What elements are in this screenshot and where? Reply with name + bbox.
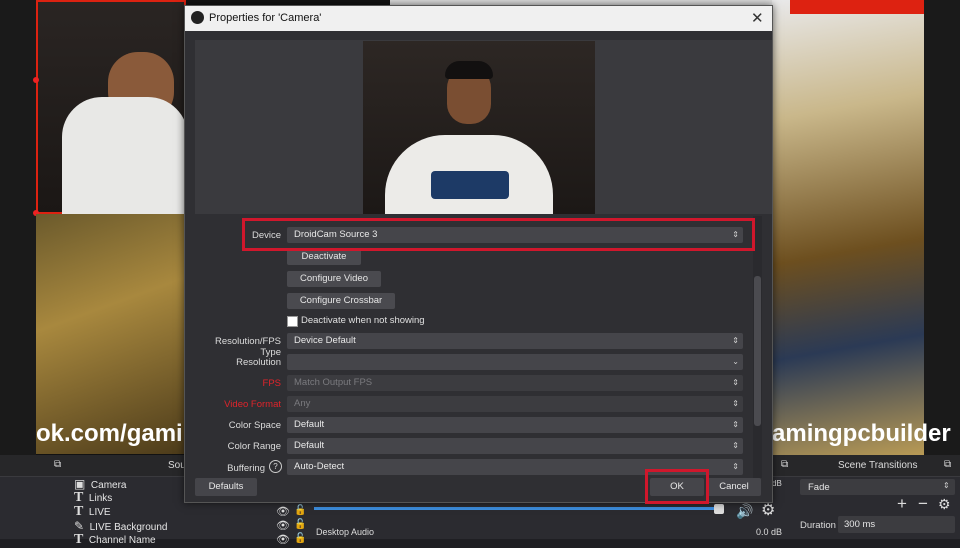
deactivate-button[interactable]: Deactivate <box>287 249 361 265</box>
chevron-updown-icon: ⇕ <box>732 336 739 345</box>
mixer-channel-name: Desktop Audio <box>316 527 375 537</box>
volume-slider[interactable] <box>314 507 718 510</box>
lock-icon[interactable]: 🔓 <box>294 505 306 516</box>
undock-icon[interactable]: ⧉ <box>54 459 61 470</box>
chevron-updown-icon: ⇕ <box>732 378 739 387</box>
properties-panel: Device DroidCam Source 3 ⇕ Deactivate Co… <box>195 216 753 478</box>
sources-dock-title: Sou <box>68 455 186 477</box>
color-space-select[interactable]: Default ⇕ <box>287 417 743 433</box>
resolution-select[interactable]: ⌄ <box>287 354 743 370</box>
eye-icon[interactable]: 👁 <box>276 519 290 532</box>
chevron-updown-icon: ⇕ <box>943 481 950 490</box>
device-highlight-box <box>242 218 755 251</box>
lock-icon[interactable]: 🔓 <box>294 519 306 530</box>
list-item[interactable]: T Links <box>74 491 112 505</box>
ok-highlight-box <box>645 469 709 504</box>
brush-icon: ✎ <box>74 519 85 533</box>
mixer-db-label: dB <box>772 479 782 488</box>
text-icon: T <box>74 490 84 505</box>
scene-dark-right <box>924 0 960 455</box>
chevron-updown-icon: ⇕ <box>732 462 739 471</box>
defaults-button[interactable]: Defaults <box>195 478 257 496</box>
deactivate-when-not-showing-label: Deactivate when not showing <box>301 315 425 326</box>
scene-dark-left <box>0 0 36 455</box>
video-format-select[interactable]: Any ⇕ <box>287 396 743 412</box>
transitions-title: Scene Transitions <box>838 460 918 471</box>
transitions-dock-title: Scene Transitions ⧉ <box>796 455 960 477</box>
scenes-dock-title: ⧉ <box>0 455 68 477</box>
video-format-label: Video Format <box>224 399 281 410</box>
list-item[interactable]: T LIVE <box>74 505 111 519</box>
camera-preview <box>363 41 595 214</box>
gear-icon[interactable]: ⚙ <box>761 500 775 520</box>
remove-icon[interactable]: − <box>918 494 928 514</box>
resolution-fps-type-select[interactable]: Device Default ⇕ <box>287 333 743 349</box>
camera-shirt <box>62 97 188 219</box>
properties-dialog: Properties for 'Camera' ✕ Device DroidCa… <box>184 5 773 504</box>
resolution-fps-type-label: Resolution/FPS Type <box>214 336 281 358</box>
text-icon: T <box>74 532 84 547</box>
add-icon[interactable]: + <box>897 494 907 514</box>
speaker-icon[interactable]: 🔊 <box>736 503 753 520</box>
list-item[interactable]: ▣ Camera <box>74 477 126 491</box>
fps-select[interactable]: Match Output FPS ⇕ <box>287 375 743 391</box>
eye-icon[interactable]: 👁 <box>276 533 290 546</box>
resolution-label: Resolution <box>236 357 281 368</box>
dialog-titlebar[interactable]: Properties for 'Camera' ✕ <box>185 6 772 31</box>
properties-scrollbar[interactable] <box>753 216 762 478</box>
preview-hair <box>445 61 493 79</box>
scrollbar-thumb[interactable] <box>754 276 761 426</box>
dialog-title: Properties for 'Camera' <box>209 12 322 24</box>
scene-background-left <box>36 214 186 454</box>
audio-mixer: Desktop Audio <box>314 504 724 539</box>
gear-icon[interactable]: ⚙ <box>938 496 951 513</box>
list-item[interactable]: T Channel Name <box>74 533 156 547</box>
deactivate-when-not-showing-checkbox[interactable] <box>287 316 298 327</box>
text-icon: T <box>74 504 84 519</box>
undock-icon[interactable]: ⧉ <box>944 459 951 470</box>
live-badge <box>790 0 924 14</box>
configure-crossbar-button[interactable]: Configure Crossbar <box>287 293 395 309</box>
volume-slider-handle[interactable] <box>714 504 724 514</box>
transition-select[interactable]: Fade ⇕ <box>800 479 955 495</box>
resize-handle[interactable] <box>33 77 39 83</box>
cancel-button[interactable]: Cancel <box>707 478 761 496</box>
color-range-select[interactable]: Default ⇕ <box>287 438 743 454</box>
configure-video-button[interactable]: Configure Video <box>287 271 381 287</box>
duration-label: Duration <box>800 520 836 531</box>
chevron-updown-icon: ⇕ <box>732 441 739 450</box>
fps-label: FPS <box>262 378 281 389</box>
close-icon[interactable]: ✕ <box>751 9 764 27</box>
camera-icon: ▣ <box>74 477 86 491</box>
mixer-db-value: 0.0 dB <box>756 527 783 537</box>
duration-input[interactable]: 300 ms <box>838 516 955 533</box>
preview-shirt-logo <box>431 171 509 199</box>
obs-logo-icon <box>191 11 204 24</box>
camera-source-selected[interactable] <box>36 0 188 219</box>
mixer-dock-edge: ⧉ <box>773 455 796 477</box>
color-space-label: Color Space <box>228 420 281 431</box>
scene-background-right <box>772 0 924 455</box>
overlay-text-right: amingpcbuilder <box>772 420 951 447</box>
undock-icon[interactable]: ⧉ <box>781 459 788 470</box>
buffering-label: Buffering <box>227 463 265 474</box>
color-range-label: Color Range <box>227 441 281 452</box>
chevron-updown-icon: ⇕ <box>732 399 739 408</box>
list-item[interactable]: ✎ LIVE Background <box>74 519 167 533</box>
chevron-down-icon: ⌄ <box>732 357 739 366</box>
eye-icon[interactable]: 👁 <box>276 505 290 518</box>
chevron-updown-icon: ⇕ <box>732 420 739 429</box>
help-icon[interactable]: ? <box>269 460 282 473</box>
